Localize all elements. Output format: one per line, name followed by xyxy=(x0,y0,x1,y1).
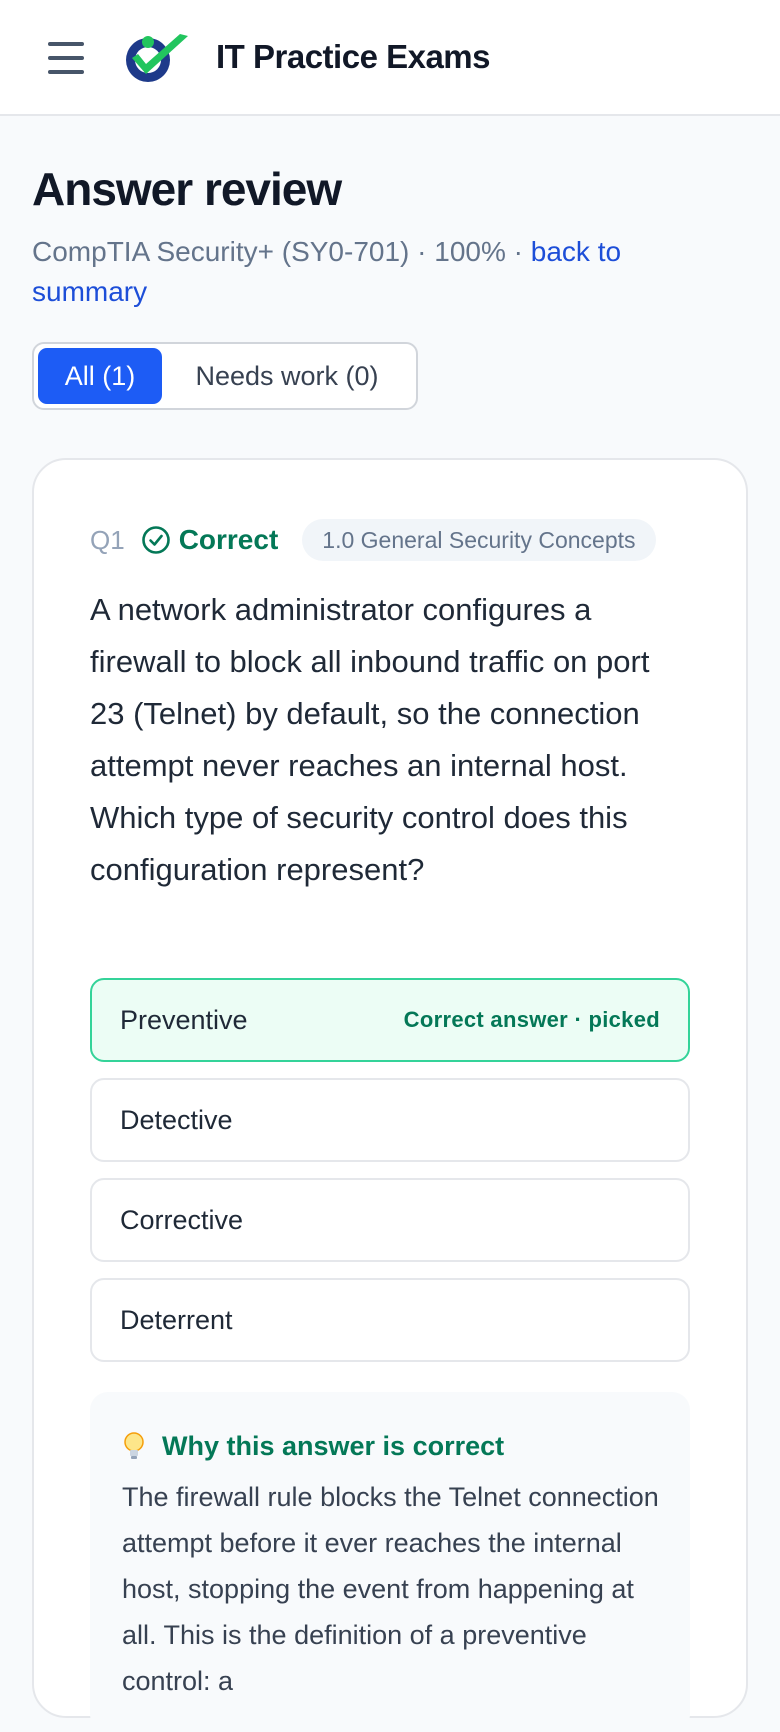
separator: · xyxy=(409,236,435,267)
option-label: Corrective xyxy=(120,1204,244,1235)
question-card: Q1 Correct 1.0 General Security Concepts… xyxy=(32,458,748,1732)
score-percent: 100% xyxy=(434,236,506,267)
option-status: Correct answer · picked xyxy=(403,1007,660,1032)
answer-option-deterrent[interactable]: Deterrent xyxy=(90,1278,690,1362)
brand-name[interactable]: IT Practice Exams xyxy=(216,38,491,76)
brand-logo-icon[interactable] xyxy=(122,30,194,86)
answer-option-corrective[interactable]: Corrective xyxy=(90,1178,690,1262)
answer-option-preventive[interactable]: Preventive Correct answer · picked xyxy=(90,978,690,1062)
explanation-header: Why this answer is correct xyxy=(122,1428,504,1464)
explanation-title: Why this answer is correct xyxy=(162,1430,505,1461)
question-number: Q1 xyxy=(90,524,125,555)
page-title: Answer review xyxy=(32,163,342,215)
exam-name: CompTIA Security+ (SY0-701) xyxy=(32,236,410,267)
option-label: Preventive xyxy=(120,1004,248,1035)
answer-option-detective[interactable]: Detective xyxy=(90,1078,690,1162)
question-text: A network administrator configures a fir… xyxy=(90,592,650,887)
separator: · xyxy=(505,236,531,267)
result-status: Correct xyxy=(178,524,279,555)
explanation-text: The firewall rule blocks the Telnet conn… xyxy=(122,1482,659,1696)
top-bar: IT Practice Exams xyxy=(0,0,780,116)
filter-all-button[interactable]: All (1) xyxy=(38,348,162,404)
question-header: Q1 Correct 1.0 General Security Concepts xyxy=(90,518,656,562)
domain-badge: 1.0 General Security Concepts xyxy=(302,519,656,561)
hamburger-menu-icon[interactable] xyxy=(44,38,88,78)
check-circle-icon xyxy=(141,526,170,554)
review-subtitle: CompTIA Security+ (SY0-701) · 100% · bac… xyxy=(32,232,732,312)
filter-needs-work-button[interactable]: Needs work (0) xyxy=(162,348,412,404)
filter-toggle-group: All (1) Needs work (0) xyxy=(32,342,418,410)
explanation-panel: Why this answer is correct The firewall … xyxy=(90,1392,690,1732)
option-label: Detective xyxy=(120,1104,233,1135)
lightbulb-icon xyxy=(124,1432,144,1459)
option-label: Deterrent xyxy=(120,1304,233,1335)
